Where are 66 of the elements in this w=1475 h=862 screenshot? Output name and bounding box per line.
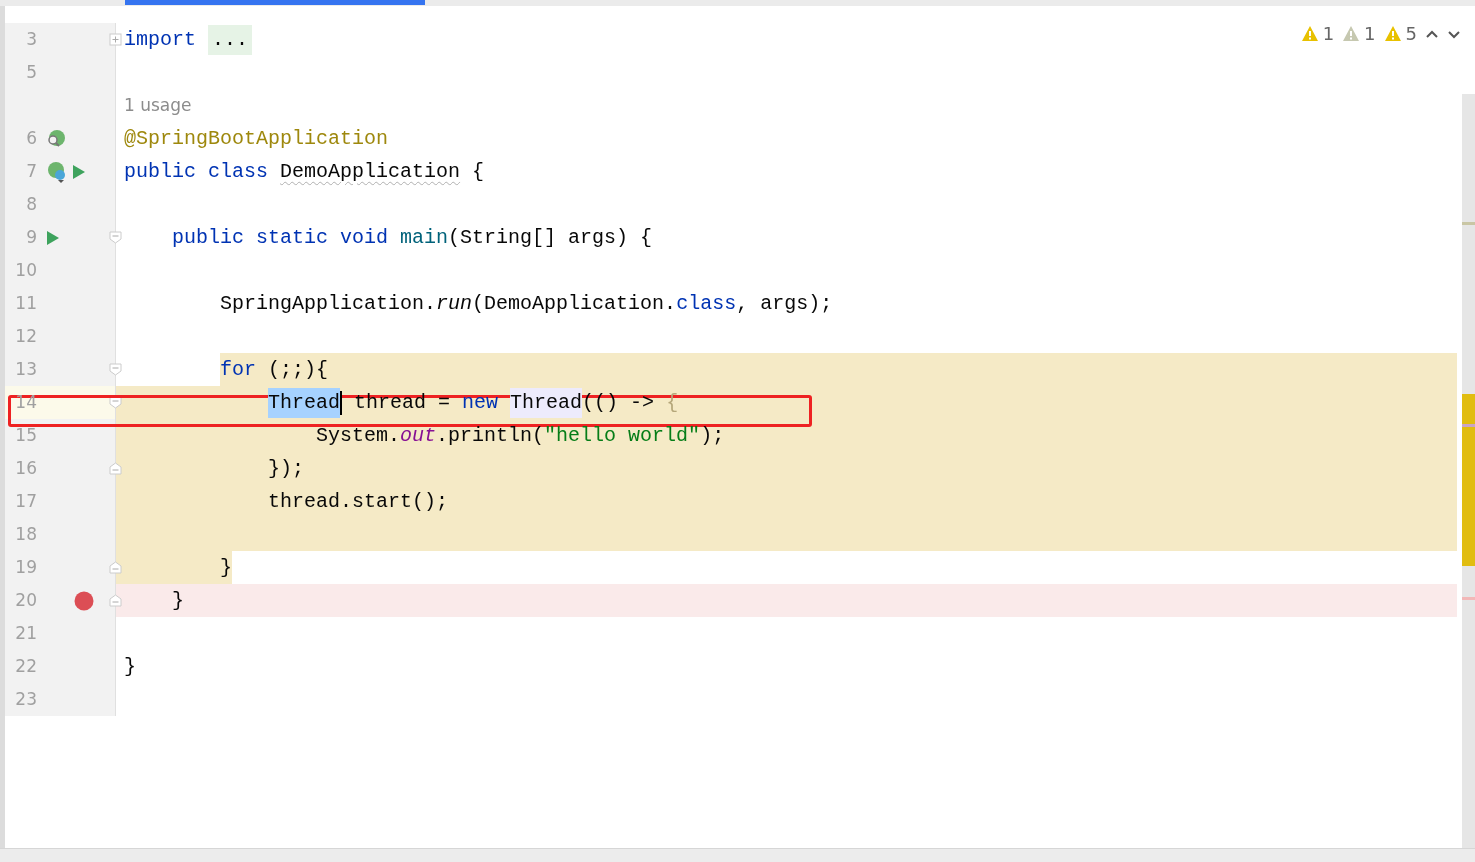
fold-marker-icon[interactable]	[109, 561, 122, 574]
code-token: (String[] args) {	[448, 224, 653, 251]
inspection-counter[interactable]: 1	[1342, 20, 1376, 47]
line-number: 14	[14, 390, 37, 414]
line-number: 3	[25, 27, 37, 51]
code-token: {	[666, 389, 679, 416]
line-number: 5	[25, 60, 37, 84]
line-number: 23	[14, 687, 37, 711]
code-token: DemoApplication	[280, 158, 461, 185]
run-icon[interactable]	[72, 163, 86, 180]
code-token: (;;){	[267, 356, 329, 383]
line-number: 15	[14, 423, 37, 447]
code-token: import	[124, 26, 197, 53]
run-icon[interactable]	[46, 229, 60, 246]
code-token: class	[676, 290, 737, 317]
line-number: 12	[14, 324, 37, 348]
code-token: {	[471, 158, 485, 185]
code-token: }	[219, 554, 233, 581]
line-number: 10	[14, 258, 37, 282]
code-token: System.	[315, 422, 401, 449]
code-token: thread.start();	[267, 488, 449, 515]
code-token: @SpringBootApplication	[124, 125, 389, 152]
code-token: ...	[208, 24, 253, 55]
code-token: run	[436, 290, 473, 317]
line-number: 9	[25, 225, 37, 249]
line-number: 22	[14, 654, 37, 678]
line-number: 16	[14, 456, 37, 480]
line-number: 20	[14, 588, 37, 612]
line-number: 13	[14, 357, 37, 381]
code-token: SpringApplication.	[219, 290, 437, 317]
code-token: }	[171, 587, 184, 614]
inspection-counter[interactable]: 5	[1383, 20, 1417, 47]
code-token: });	[267, 455, 305, 482]
code-token: public class	[124, 158, 270, 185]
fold-marker-icon[interactable]	[109, 594, 122, 607]
code-token: for	[219, 356, 257, 383]
code-token: "hello world"	[544, 422, 701, 449]
code-token: out	[400, 422, 437, 449]
bean-icon[interactable]	[46, 129, 66, 148]
line-number: 18	[14, 522, 37, 546]
code-token: new	[462, 389, 500, 416]
line-number: 21	[14, 621, 37, 645]
line-number: 19	[14, 555, 37, 579]
code-token: .println(	[436, 422, 545, 449]
line-number: 8	[25, 192, 37, 216]
fold-marker-icon[interactable]	[109, 33, 122, 46]
breakpoint-icon[interactable]	[74, 590, 94, 611]
code-token: }	[124, 653, 136, 680]
fold-marker-icon[interactable]	[109, 462, 122, 475]
code-token: thread =	[353, 389, 452, 416]
code-token: (() ->	[582, 389, 656, 416]
usage-hint[interactable]: 1 usage	[124, 92, 192, 119]
code-token: main	[400, 224, 449, 251]
code-token: (DemoApplication.	[472, 290, 677, 317]
code-token: , args);	[736, 290, 833, 317]
code-token: Thread	[510, 387, 583, 418]
fold-marker-icon[interactable]	[109, 231, 122, 244]
inspection-counter[interactable]: 1	[1300, 20, 1335, 47]
class-icon[interactable]	[46, 160, 66, 183]
line-number: 11	[14, 291, 37, 315]
fold-marker-icon[interactable]	[109, 363, 122, 376]
line-number: 6	[25, 126, 37, 150]
line-number: 7	[25, 159, 37, 183]
code-token: public static void	[171, 224, 390, 251]
line-number: 17	[14, 489, 37, 513]
code-token: );	[700, 422, 725, 449]
